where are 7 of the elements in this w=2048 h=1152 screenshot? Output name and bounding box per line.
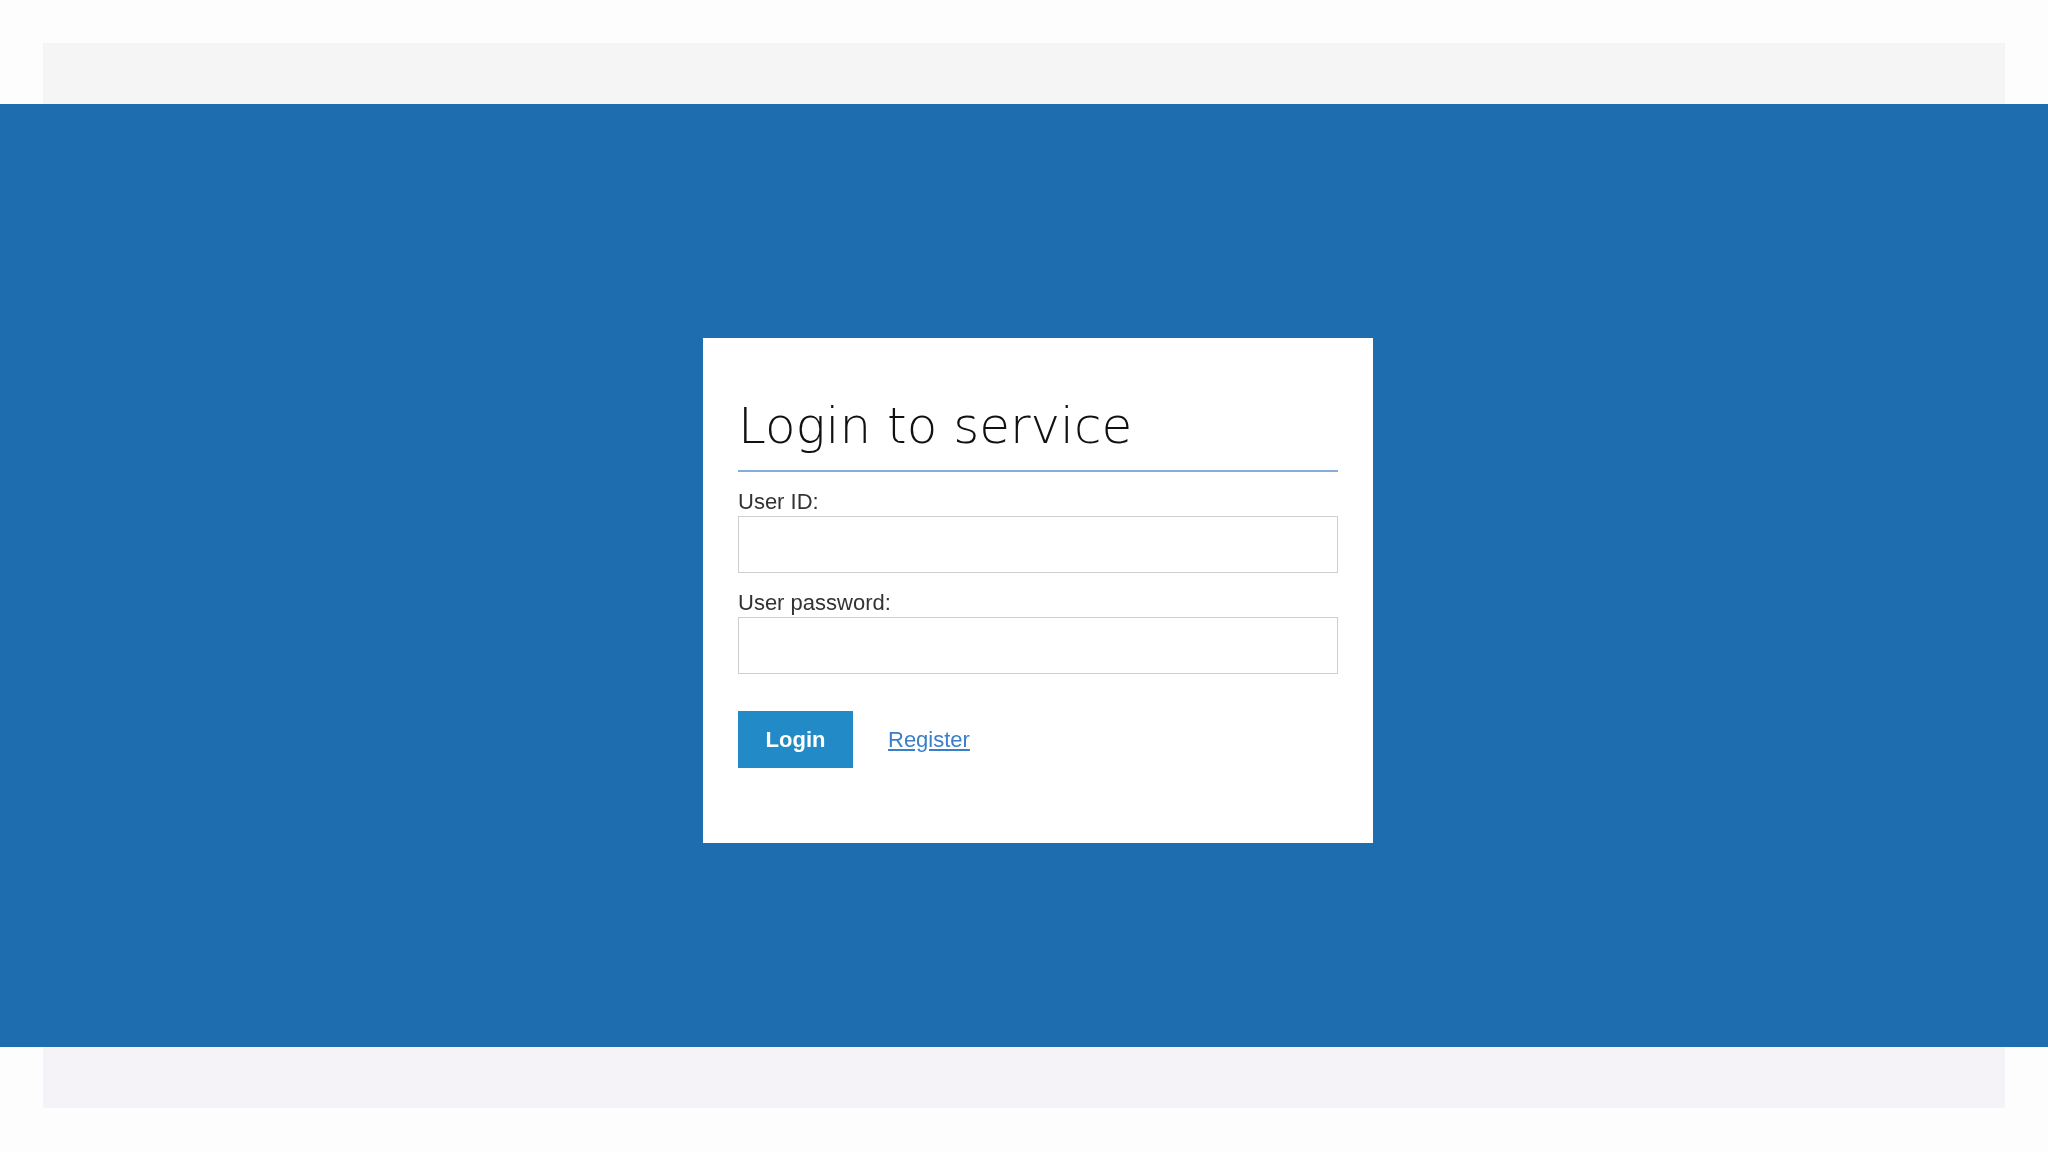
- form-title: Login to service: [738, 391, 1338, 472]
- input-field[interactable]: [738, 516, 1338, 573]
- field-label: User password:: [738, 590, 891, 616]
- input-field[interactable]: [738, 617, 1338, 674]
- login-button[interactable]: Login: [738, 711, 853, 768]
- register-link[interactable]: Register: [888, 726, 970, 753]
- field-label: User ID:: [738, 489, 819, 515]
